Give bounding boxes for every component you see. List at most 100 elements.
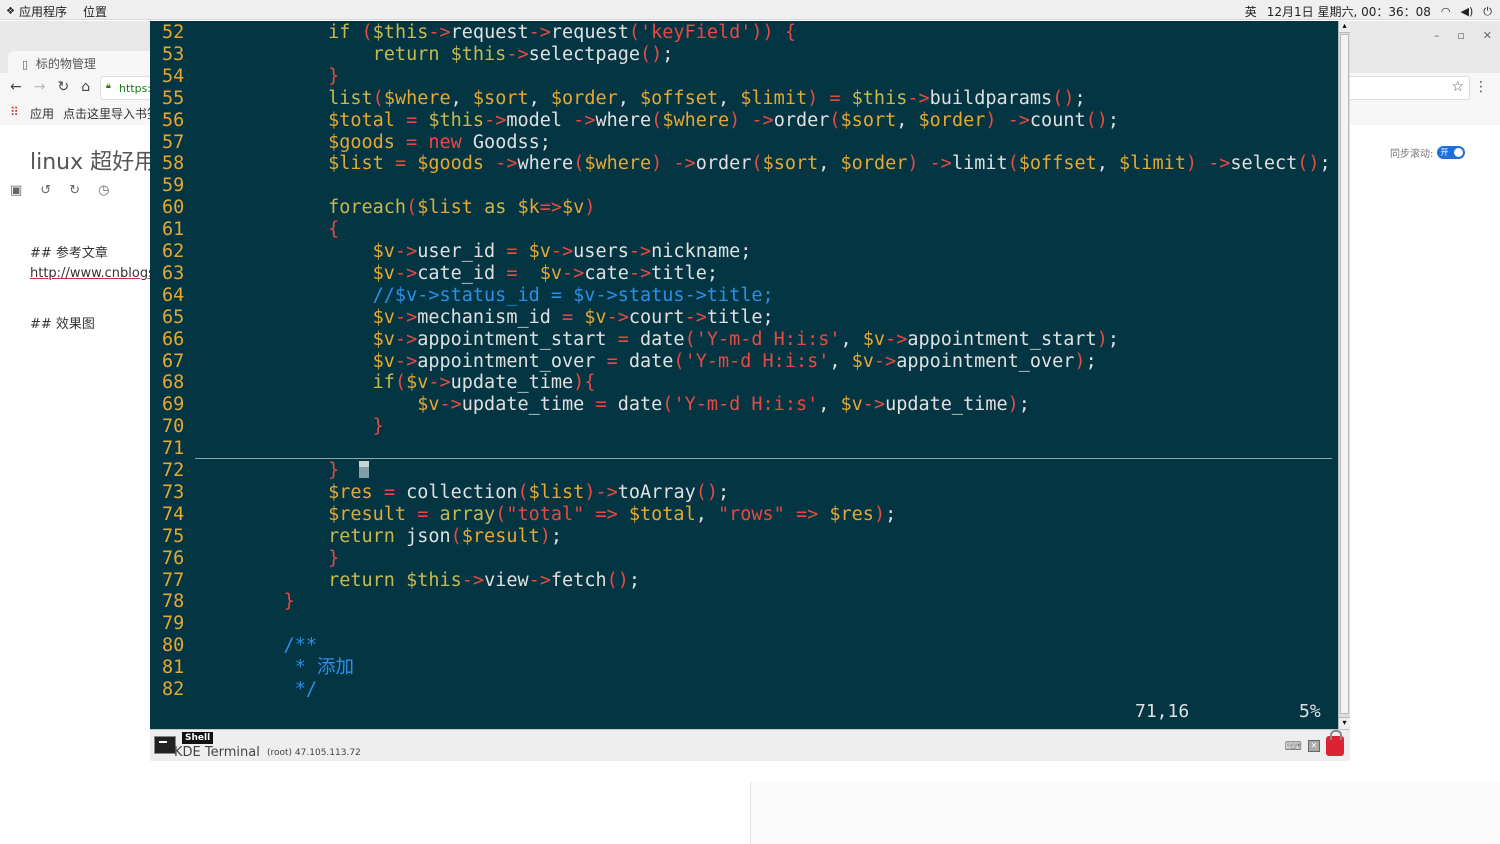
code-line: 82 */ — [150, 679, 1338, 701]
code-line: 62 $v->user_id = $v->users->nickname; — [150, 241, 1338, 263]
line-number: 77 — [162, 569, 185, 591]
redo-icon[interactable]: ↻ — [69, 183, 80, 198]
keyboard-icon[interactable]: ⌨ — [1285, 739, 1302, 753]
volume-icon[interactable]: ◀) — [1461, 5, 1474, 18]
code-line: 58 $list = $goods ->where($where) ->orde… — [150, 153, 1338, 175]
terminal-host: (root) 47.105.113.72 — [267, 748, 361, 758]
code-line: 54 } — [150, 66, 1338, 88]
md-ref-link[interactable]: http://www.cnblogs — [30, 266, 155, 281]
line-number: 64 — [162, 284, 185, 306]
line-number: 71 — [162, 438, 185, 460]
code-text: } — [372, 416, 384, 438]
terminal-tray: ⌨ ✕ — [1285, 730, 1344, 756]
scroll-down-icon[interactable]: ▾ — [1339, 717, 1350, 729]
line-number: 58 — [162, 153, 185, 175]
scrollbar-thumb[interactable] — [1340, 34, 1349, 714]
line-number: 78 — [162, 591, 185, 613]
maximize-icon[interactable]: ▫ — [1457, 29, 1464, 42]
image-icon[interactable]: ▣ — [10, 183, 22, 198]
bookmark-star-icon[interactable]: ☆ — [1451, 79, 1464, 95]
code-text: */ — [239, 679, 317, 700]
page-icon: ▯ — [22, 58, 29, 71]
sync-scroll-toggle[interactable]: 开 — [1437, 146, 1466, 159]
code-text: } — [328, 547, 340, 569]
close-icon[interactable]: ✕ — [1483, 29, 1492, 42]
line-number: 72 — [162, 460, 185, 481]
code-text: list($where, $sort, $order, $offset, $li… — [328, 87, 1086, 109]
code-line: 70 } — [150, 416, 1338, 438]
history-icon[interactable]: ◷ — [98, 183, 109, 198]
bookmark-apps[interactable]: 应用 — [30, 105, 54, 122]
vim-buffer[interactable]: 52 if ($this->request->request('keyField… — [150, 21, 1338, 729]
preview-pane — [750, 782, 1500, 844]
shell-tab[interactable]: Shell — [182, 732, 214, 744]
lock-secure-icon: 🔒︎ — [106, 81, 111, 91]
code-text: } — [328, 65, 340, 87]
code-text: //$v->status_id = $v->status->title; — [239, 284, 774, 306]
input-method-indicator[interactable]: 英 — [1245, 3, 1257, 20]
browser-tab[interactable]: ▯ 标的物管理 — [8, 51, 158, 73]
bookmark-import[interactable]: 点击这里导入书签 — [63, 105, 159, 122]
lock-icon[interactable] — [1326, 730, 1344, 756]
code-line: 64 //$v->status_id = $v->status->title; — [150, 285, 1338, 307]
code-line: 73 $res = collection($list)->toArray(); — [150, 482, 1338, 504]
reload-icon[interactable]: ↻ — [57, 79, 69, 95]
code-line: 77 return $this->view->fetch(); — [150, 570, 1338, 592]
line-number: 52 — [162, 22, 185, 43]
undo-icon[interactable]: ↺ — [40, 183, 51, 198]
apps-menu[interactable]: ❖ 应用程序 — [6, 3, 67, 20]
line-number: 66 — [162, 328, 185, 350]
close-tab-icon[interactable]: ✕ — [1308, 740, 1320, 752]
line-number: 62 — [162, 241, 185, 262]
code-line: 52 if ($this->request->request('keyField… — [150, 22, 1338, 44]
md-heading-refs: ## 参考文章 — [30, 246, 108, 261]
cursor-line — [195, 458, 1332, 459]
minimize-icon[interactable]: – — [1434, 29, 1440, 42]
code-line: 55 list($where, $sort, $order, $offset, … — [150, 88, 1338, 110]
apps-menu-label: 应用程序 — [18, 5, 67, 19]
browser-menu-icon[interactable]: ⋮ — [1474, 79, 1488, 95]
code-text: $v->update_time = date('Y-m-d H:i:s', $v… — [417, 394, 1030, 416]
code-line: 76 } — [150, 548, 1338, 570]
code-text: { — [328, 219, 340, 241]
code-line: 57 $goods = new Goodss; — [150, 132, 1338, 154]
terminal-scrollbar[interactable]: ▴ ▾ — [1338, 21, 1350, 729]
line-number: 80 — [162, 635, 185, 657]
browser-tab-title: 标的物管理 — [35, 57, 96, 71]
line-number: 74 — [162, 503, 185, 525]
clock[interactable]: 12月1日 星期六, 00：36：08 — [1267, 3, 1431, 20]
line-number: 55 — [162, 87, 185, 109]
code-line: 53 return $this->selectpage(); — [150, 44, 1338, 66]
code-line: 79 — [150, 613, 1338, 635]
forward-icon[interactable]: → — [34, 79, 46, 95]
code-text: $result = array("total" => $total, "rows… — [328, 503, 897, 525]
line-number: 56 — [162, 109, 185, 131]
back-icon[interactable]: ← — [10, 79, 22, 95]
code-line: 59 — [150, 175, 1338, 197]
system-top-bar: ❖ 应用程序 位置 英 12月1日 星期六, 00：36：08 ◠ ◀) ⏻ — [0, 0, 1500, 20]
code-text: $goods = new Goodss; — [328, 131, 551, 153]
wifi-icon[interactable]: ◠ — [1441, 5, 1451, 18]
text-cursor — [359, 461, 369, 478]
code-line: 67 $v->appointment_over = date('Y-m-d H:… — [150, 351, 1338, 373]
code-text: return $this->selectpage(); — [372, 43, 674, 65]
code-line: 74 $result = array("total" => $total, "r… — [150, 504, 1338, 526]
sync-scroll: 同步滚动: 开 — [1390, 145, 1466, 160]
line-number: 53 — [162, 43, 185, 65]
apps-grid-icon[interactable]: ⠿ — [10, 105, 19, 119]
code-text: $total = $this->model ->where($where) ->… — [328, 109, 1120, 131]
vim-scroll-percent: 5% — [1299, 701, 1321, 722]
places-menu[interactable]: 位置 — [83, 3, 107, 20]
line-number: 60 — [162, 197, 185, 219]
terminal-window[interactable]: 52 if ($this->request->request('keyField… — [150, 21, 1350, 761]
code-text: $v->user_id = $v->users->nickname; — [372, 241, 752, 262]
home-icon[interactable]: ⌂ — [81, 79, 90, 95]
code-line: 69 $v->update_time = date('Y-m-d H:i:s',… — [150, 394, 1338, 416]
code-text: /** — [239, 635, 317, 657]
scroll-up-icon[interactable]: ▴ — [1339, 21, 1350, 33]
code-line: 80 /** — [150, 635, 1338, 657]
doc-title[interactable]: linux 超好用 — [30, 144, 156, 176]
code-line: 61 { — [150, 219, 1338, 241]
power-icon[interactable]: ⏻ — [1483, 5, 1492, 19]
editor-toolbar: ▣ ↺ ↻ ◷ — [10, 183, 109, 198]
